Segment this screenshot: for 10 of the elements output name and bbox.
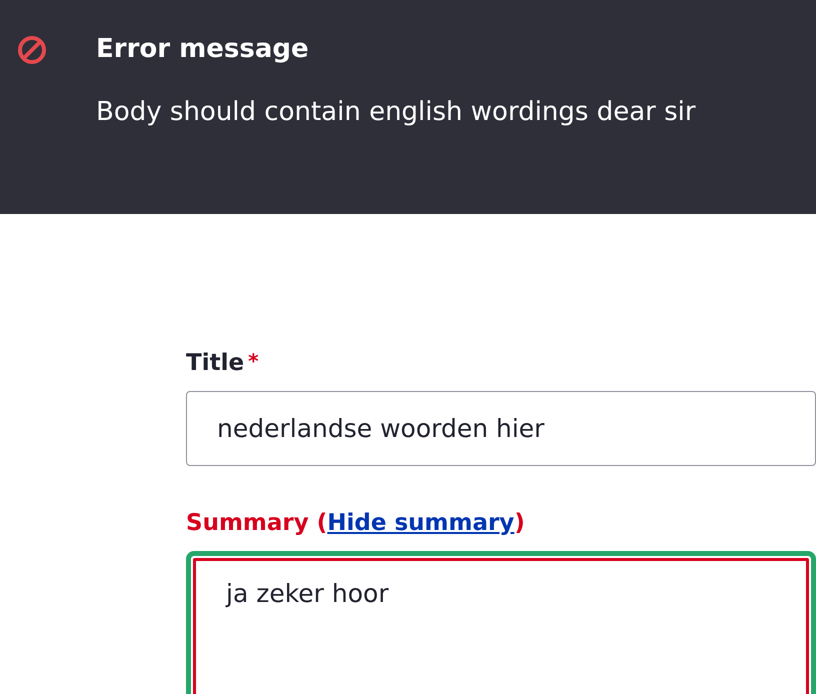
field-label: Title: [186, 349, 244, 378]
hide-summary-link[interactable]: Hide summary: [327, 506, 514, 540]
field-label: Summary (: [186, 509, 328, 538]
message-text: Body should contain english wordings dear sir: [96, 96, 697, 129]
message-title: Error message: [96, 33, 309, 66]
label-paren: ): [514, 509, 525, 538]
summary-field[interactable]: ja zeker hoor: [193, 558, 809, 694]
prohibited-icon: [16, 34, 48, 66]
required-mark: *: [248, 348, 259, 375]
title-field[interactable]: nederlandse woorden hier: [186, 390, 816, 466]
